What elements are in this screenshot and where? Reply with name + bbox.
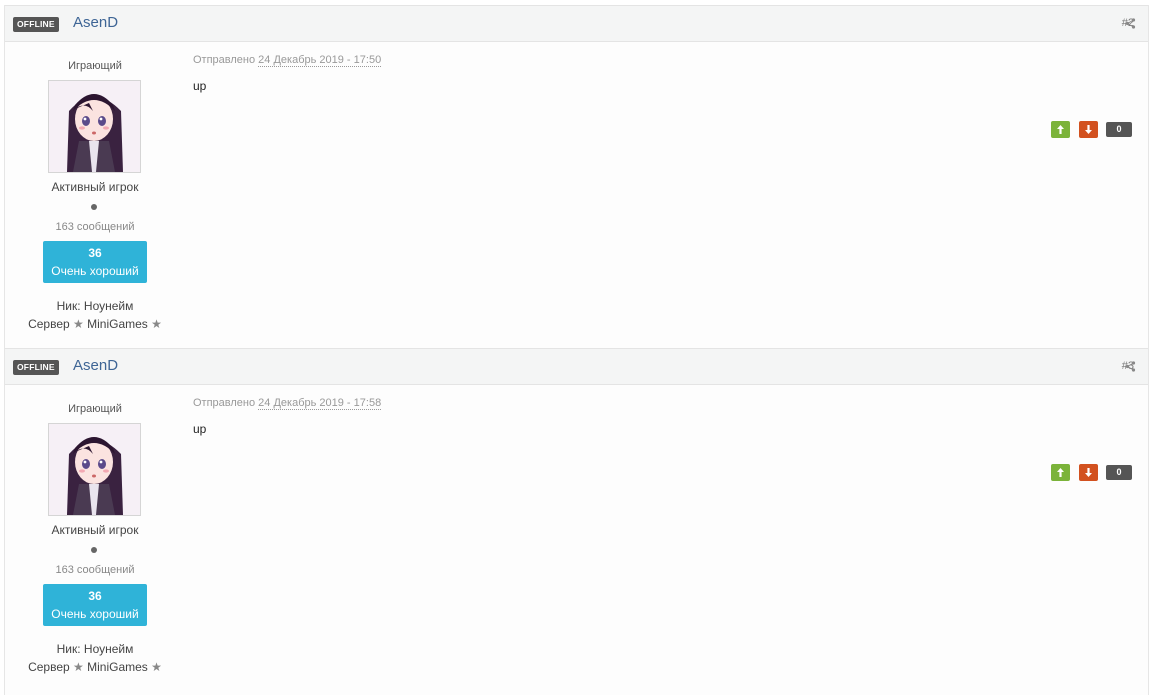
- reputation-box: 36 Очень хороший: [43, 241, 147, 283]
- server-prefix: Сервер: [28, 660, 70, 674]
- nick-field: Ник: Ноунейм: [56, 299, 134, 313]
- arrow-down-icon: [1079, 124, 1098, 135]
- rank-pip: [91, 204, 97, 210]
- reputation-value: 36: [88, 246, 102, 260]
- arrow-down-icon: [1079, 467, 1098, 478]
- post-content: up: [193, 79, 207, 93]
- username-link[interactable]: AsenD: [73, 357, 118, 374]
- posted-date: 24 Декабрь 2019 - 17:50: [258, 54, 382, 67]
- server-name: MiniGames: [87, 317, 148, 331]
- group-title: Играющий: [68, 403, 122, 415]
- vote-up-button[interactable]: [1051, 464, 1070, 481]
- reputation-value: 36: [88, 589, 102, 603]
- status-badge: OFFLINE: [13, 360, 59, 375]
- reputation-label: Очень хороший: [51, 607, 139, 621]
- share-icon[interactable]: [1125, 361, 1136, 372]
- server-field: Сервер ★ MiniGames ★: [5, 660, 185, 674]
- vote-down-button[interactable]: [1079, 464, 1098, 481]
- member-rank: Активный игрок: [51, 523, 139, 537]
- group-title: Играющий: [68, 60, 122, 72]
- post-reputation-count: 0: [1106, 465, 1132, 480]
- post-reputation-count: 0: [1106, 122, 1132, 137]
- star-icon: ★: [151, 317, 162, 331]
- posted-prefix: Отправлено: [193, 397, 256, 409]
- username-link[interactable]: AsenD: [73, 14, 118, 31]
- avatar[interactable]: [48, 423, 141, 516]
- post-list: OFFLINE AsenD #2 Играющий: [4, 5, 1149, 695]
- server-field: Сервер ★ MiniGames ★: [5, 317, 185, 331]
- post-content: up: [193, 422, 207, 436]
- star-icon: ★: [73, 660, 84, 674]
- star-icon: ★: [151, 660, 162, 674]
- post-meta: Отправлено 24 Декабрь 2019 - 17:58: [193, 397, 382, 410]
- post-meta: Отправлено 24 Декабрь 2019 - 17:50: [193, 54, 382, 67]
- post-count: 163 сообщений: [55, 221, 135, 233]
- avatar[interactable]: [48, 80, 141, 173]
- vote-up-button[interactable]: [1051, 121, 1070, 138]
- server-name: MiniGames: [87, 660, 148, 674]
- posted-date: 24 Декабрь 2019 - 17:58: [258, 397, 382, 410]
- reputation-box: 36 Очень хороший: [43, 584, 147, 626]
- post-count: 163 сообщений: [55, 564, 135, 576]
- reputation-label: Очень хороший: [51, 264, 139, 278]
- arrow-up-icon: [1051, 124, 1070, 135]
- post-header: OFFLINE AsenD #2: [5, 5, 1148, 42]
- share-icon[interactable]: [1125, 18, 1136, 29]
- arrow-up-icon: [1051, 467, 1070, 478]
- member-rank: Активный игрок: [51, 180, 139, 194]
- server-prefix: Сервер: [28, 317, 70, 331]
- post-header: OFFLINE AsenD #3: [5, 348, 1148, 385]
- vote-down-button[interactable]: [1079, 121, 1098, 138]
- star-icon: ★: [73, 317, 84, 331]
- posted-prefix: Отправлено: [193, 54, 256, 66]
- status-badge: OFFLINE: [13, 17, 59, 32]
- nick-field: Ник: Ноунейм: [56, 642, 134, 656]
- rank-pip: [91, 547, 97, 553]
